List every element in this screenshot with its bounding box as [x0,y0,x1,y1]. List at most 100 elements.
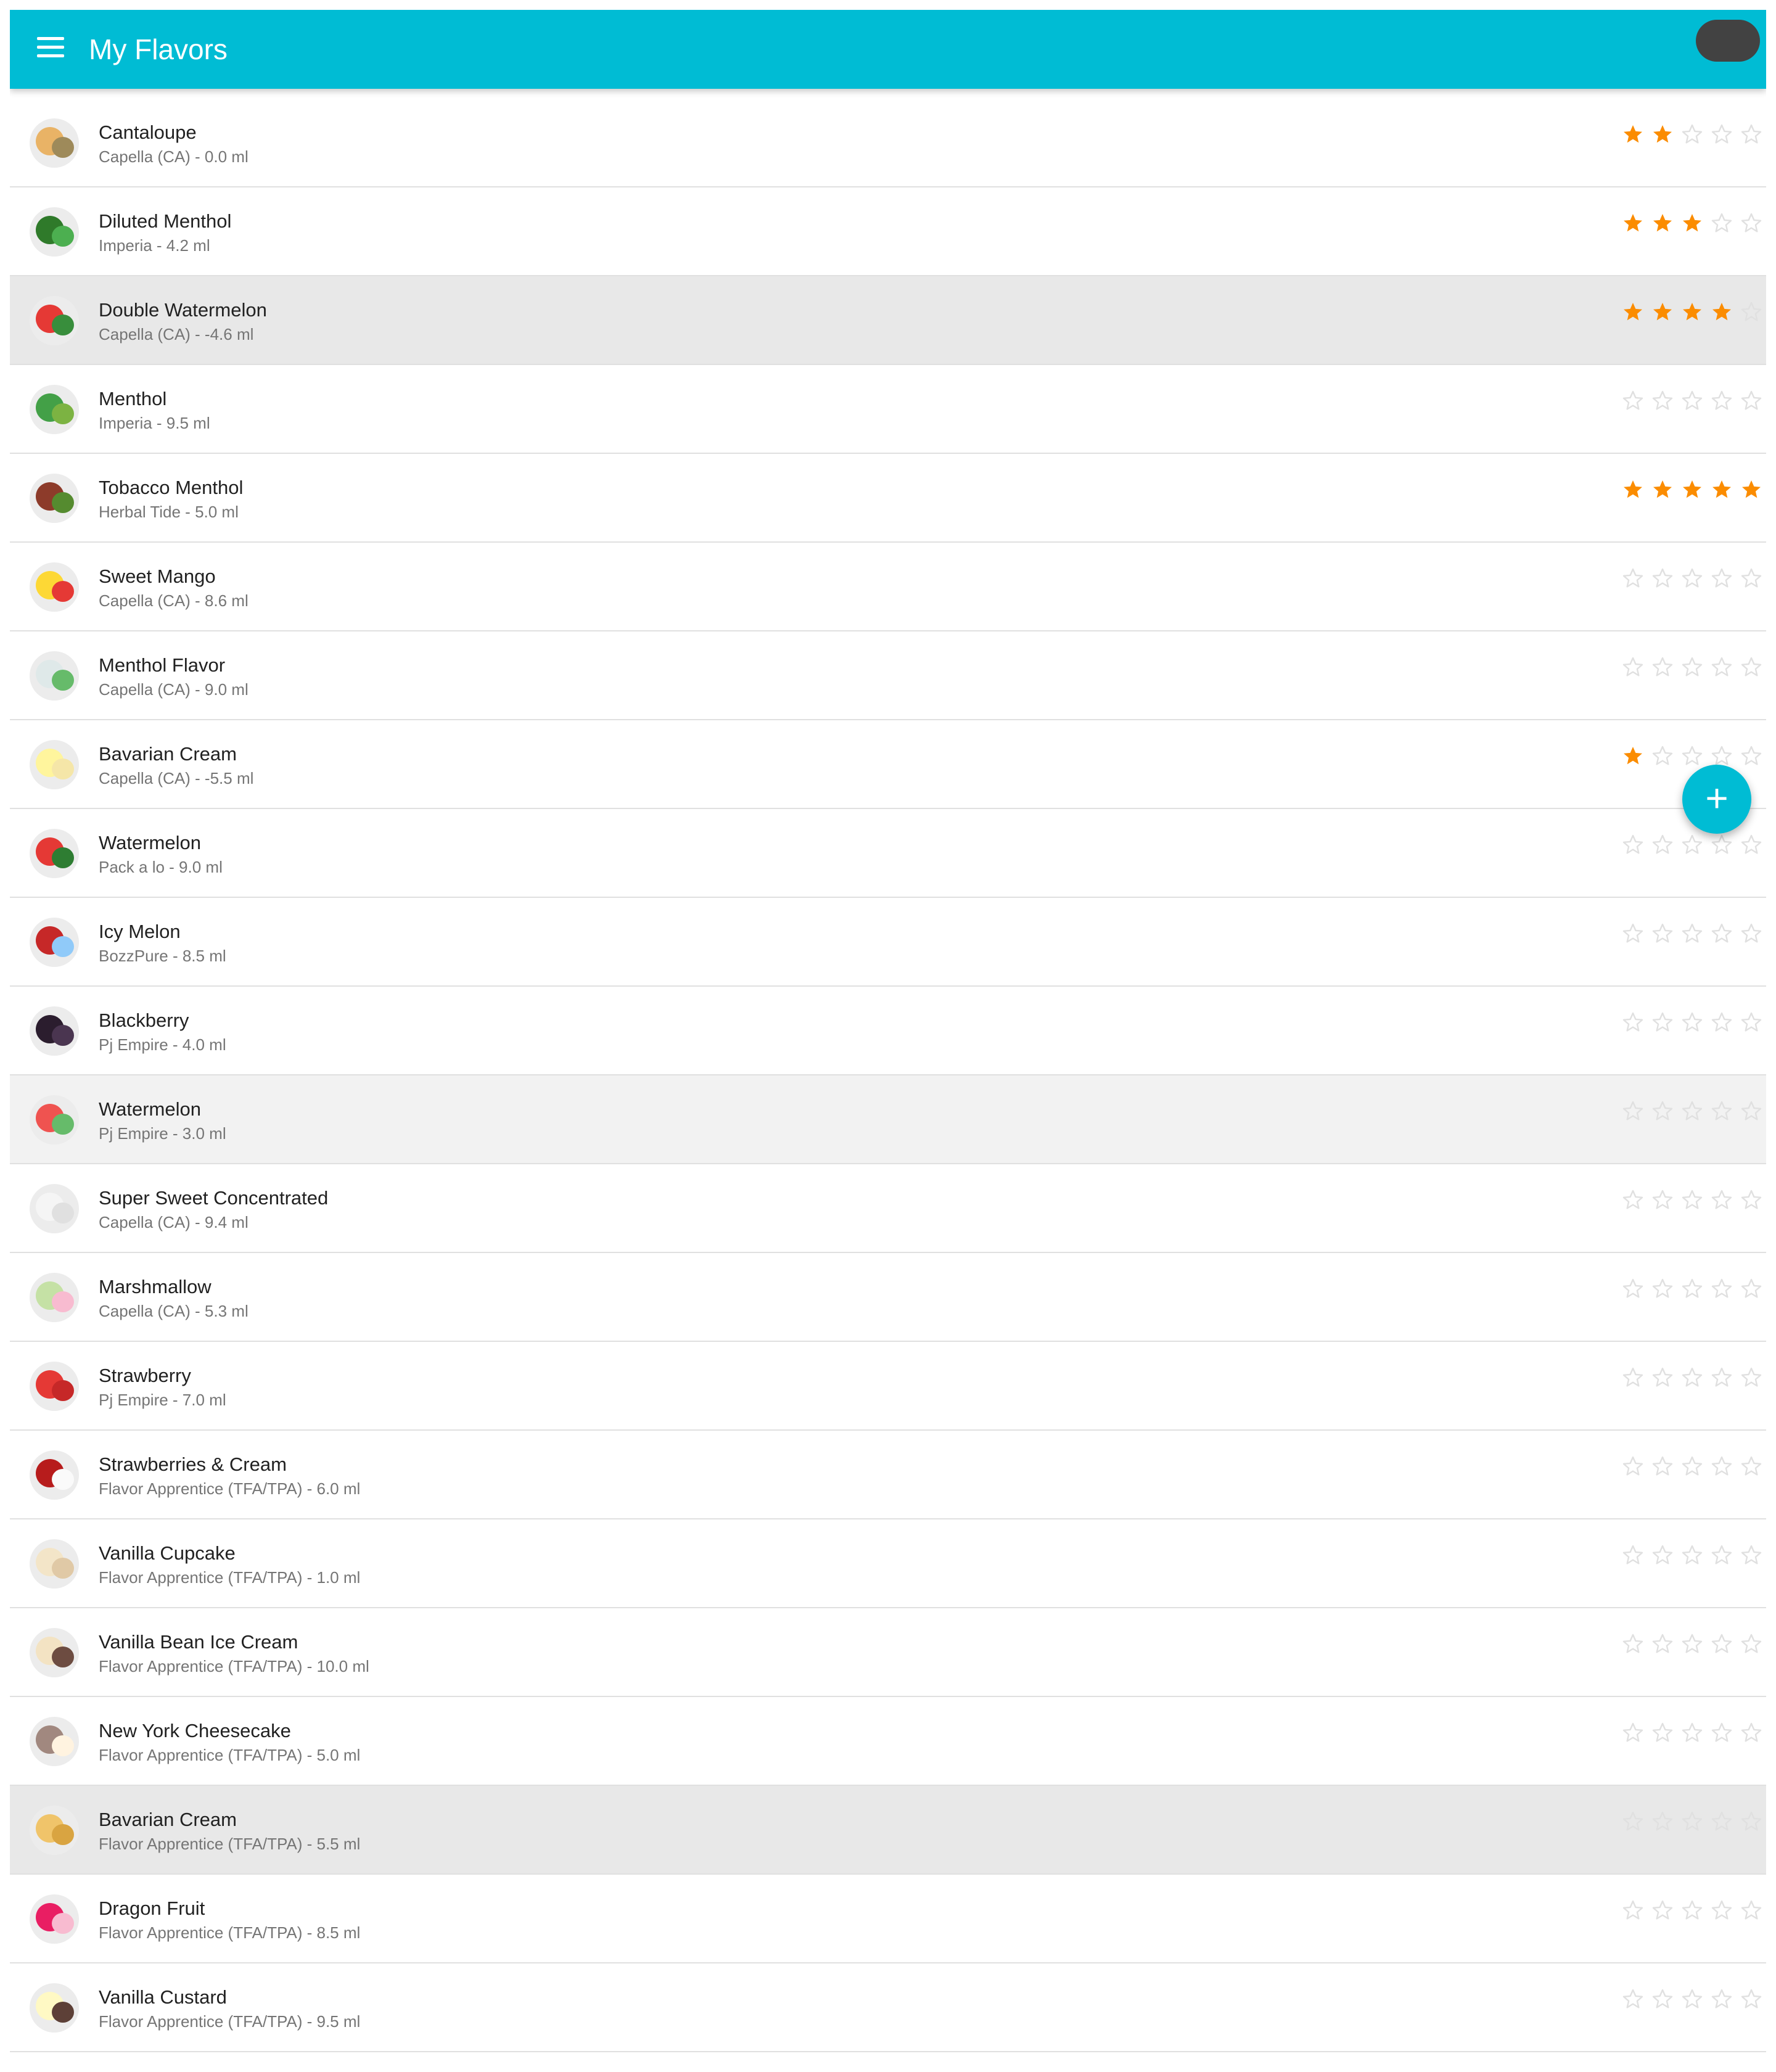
star-outline-icon[interactable] [1740,1811,1762,1833]
star-rating[interactable] [1622,745,1762,767]
star-rating[interactable] [1622,1278,1762,1300]
star-outline-icon[interactable] [1651,1722,1674,1744]
list-item[interactable]: Cantaloupe Capella (CA) - 0.0 ml [10,99,1766,187]
star-outline-icon[interactable] [1711,1722,1733,1744]
star-filled-icon[interactable] [1651,123,1674,146]
star-outline-icon[interactable] [1681,745,1703,767]
list-item[interactable]: Sweet Mango Capella (CA) - 8.6 ml [10,543,1766,631]
star-filled-icon[interactable] [1651,479,1674,501]
star-outline-icon[interactable] [1681,567,1703,590]
star-outline-icon[interactable] [1681,1367,1703,1389]
star-outline-icon[interactable] [1711,1544,1733,1566]
star-outline-icon[interactable] [1622,1633,1644,1655]
star-filled-icon[interactable] [1622,212,1644,234]
star-outline-icon[interactable] [1711,745,1733,767]
star-outline-icon[interactable] [1740,1988,1762,2010]
list-item[interactable]: Vanilla Bean Ice Cream Flavor Apprentice … [10,1608,1766,1697]
list-item[interactable]: Strawberry Pj Empire - 7.0 ml [10,1342,1766,1431]
star-outline-icon[interactable] [1651,567,1674,590]
add-flavor-button[interactable]: + [1682,765,1751,834]
star-outline-icon[interactable] [1681,123,1703,146]
star-outline-icon[interactable] [1681,390,1703,412]
list-item[interactable]: Blackberry Pj Empire - 4.0 ml [10,987,1766,1075]
star-outline-icon[interactable] [1622,1811,1644,1833]
list-item[interactable]: Vanilla Cupcake Flavor Apprentice (TFA/TP… [10,1519,1766,1608]
star-rating[interactable] [1622,123,1762,146]
star-rating[interactable] [1622,1899,1762,1922]
star-rating[interactable] [1622,1100,1762,1122]
list-item[interactable]: Bavarian Cream Flavor Apprentice (TFA/TPA… [10,1786,1766,1875]
star-outline-icon[interactable] [1681,1544,1703,1566]
star-outline-icon[interactable] [1711,567,1733,590]
star-outline-icon[interactable] [1681,1011,1703,1034]
star-outline-icon[interactable] [1651,923,1674,945]
star-outline-icon[interactable] [1651,1367,1674,1389]
list-item[interactable]: New York Cheesecake Flavor Apprentice (TF… [10,1697,1766,1786]
star-outline-icon[interactable] [1681,1811,1703,1833]
star-outline-icon[interactable] [1711,1455,1733,1478]
star-outline-icon[interactable] [1651,656,1674,678]
list-item[interactable]: Menthol Imperia - 9.5 ml [10,365,1766,454]
star-outline-icon[interactable] [1622,834,1644,856]
star-outline-icon[interactable] [1622,1367,1644,1389]
list-item[interactable]: Bavarian Cream Capella (CA) - -5.5 ml [10,720,1766,809]
star-outline-icon[interactable] [1740,1544,1762,1566]
star-outline-icon[interactable] [1740,923,1762,945]
star-outline-icon[interactable] [1740,301,1762,323]
star-rating[interactable] [1622,834,1762,856]
star-outline-icon[interactable] [1740,1189,1762,1211]
star-outline-icon[interactable] [1740,1011,1762,1034]
star-rating[interactable] [1622,1722,1762,1744]
star-outline-icon[interactable] [1711,1633,1733,1655]
star-outline-icon[interactable] [1651,745,1674,767]
star-outline-icon[interactable] [1711,834,1733,856]
menu-icon[interactable] [37,37,64,62]
star-outline-icon[interactable] [1711,1100,1733,1122]
star-outline-icon[interactable] [1622,1189,1644,1211]
star-filled-icon[interactable] [1711,301,1733,323]
star-outline-icon[interactable] [1681,1100,1703,1122]
star-outline-icon[interactable] [1711,1189,1733,1211]
star-rating[interactable] [1622,656,1762,678]
list-item[interactable]: Marshmallow Capella (CA) - 5.3 ml [10,1253,1766,1342]
star-outline-icon[interactable] [1740,1100,1762,1122]
star-outline-icon[interactable] [1740,123,1762,146]
star-outline-icon[interactable] [1681,834,1703,856]
star-rating[interactable] [1622,212,1762,234]
star-rating[interactable] [1622,1011,1762,1034]
star-filled-icon[interactable] [1622,123,1644,146]
star-outline-icon[interactable] [1740,567,1762,590]
star-rating[interactable] [1622,1811,1762,1833]
star-outline-icon[interactable] [1622,1722,1644,1744]
star-filled-icon[interactable] [1651,301,1674,323]
star-outline-icon[interactable] [1651,1278,1674,1300]
star-outline-icon[interactable] [1740,656,1762,678]
star-outline-icon[interactable] [1711,1988,1733,2010]
star-outline-icon[interactable] [1681,1722,1703,1744]
star-outline-icon[interactable] [1622,1899,1644,1922]
star-outline-icon[interactable] [1622,1100,1644,1122]
star-outline-icon[interactable] [1740,745,1762,767]
star-outline-icon[interactable] [1651,390,1674,412]
star-outline-icon[interactable] [1622,390,1644,412]
star-outline-icon[interactable] [1651,1455,1674,1478]
star-outline-icon[interactable] [1740,212,1762,234]
list-item[interactable]: Tobacco Menthol Herbal Tide - 5.0 ml [10,454,1766,543]
star-outline-icon[interactable] [1681,923,1703,945]
star-outline-icon[interactable] [1711,1011,1733,1034]
star-outline-icon[interactable] [1622,567,1644,590]
star-rating[interactable] [1622,1189,1762,1211]
star-outline-icon[interactable] [1681,1455,1703,1478]
star-outline-icon[interactable] [1651,1811,1674,1833]
list-item[interactable]: Diluted Menthol Imperia - 4.2 ml [10,187,1766,276]
star-filled-icon[interactable] [1622,479,1644,501]
star-rating[interactable] [1622,390,1762,412]
star-rating[interactable] [1622,567,1762,590]
star-filled-icon[interactable] [1622,745,1644,767]
star-outline-icon[interactable] [1740,1367,1762,1389]
star-filled-icon[interactable] [1681,301,1703,323]
star-outline-icon[interactable] [1651,1633,1674,1655]
star-outline-icon[interactable] [1622,1011,1644,1034]
star-rating[interactable] [1622,1633,1762,1655]
star-outline-icon[interactable] [1622,656,1644,678]
